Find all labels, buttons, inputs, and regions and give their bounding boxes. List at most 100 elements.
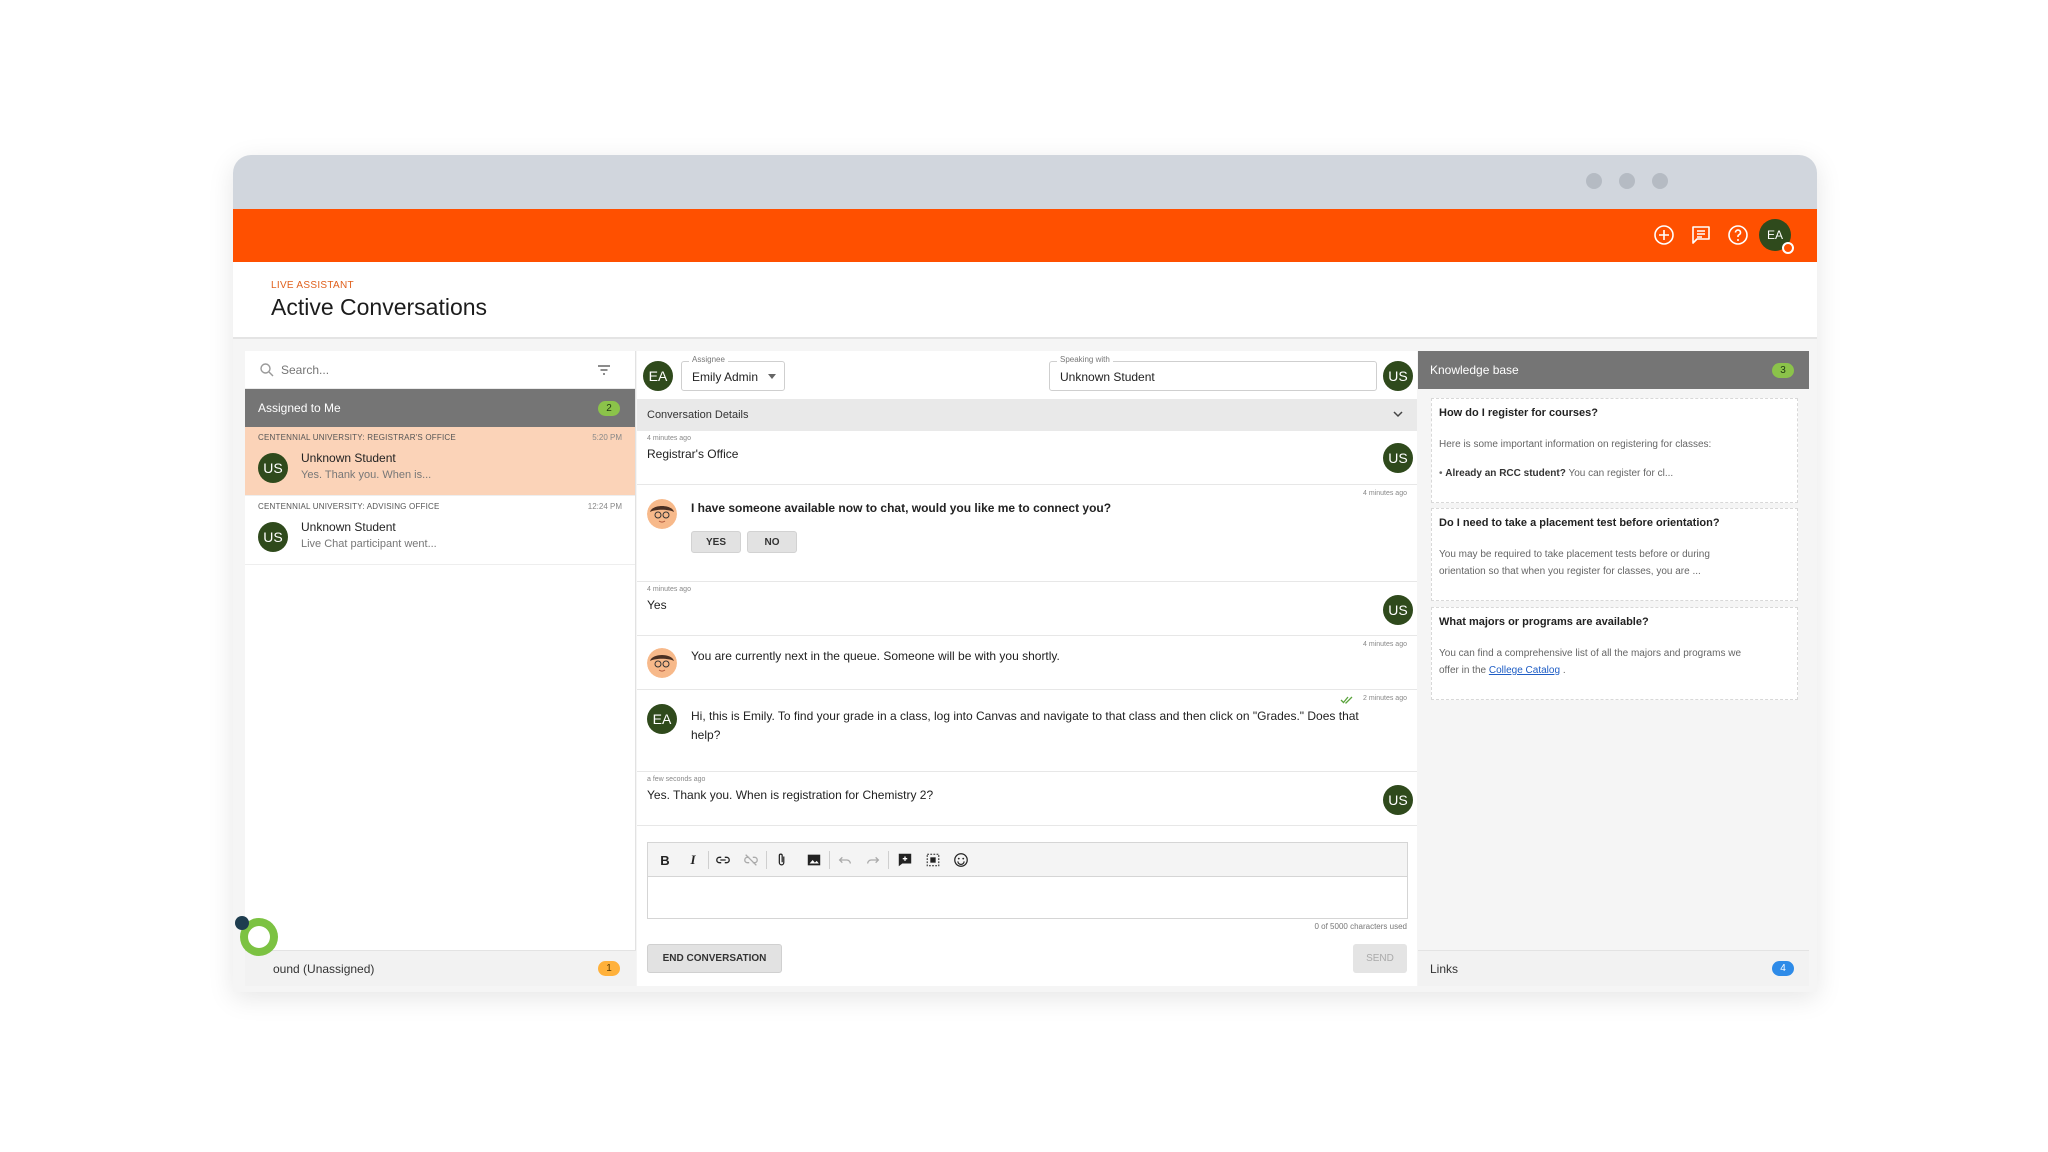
message-bot: 4 minutes ago I have someone available n… [637, 485, 1417, 582]
user-avatar[interactable]: EA [1759, 219, 1794, 254]
conversation-org: CENTENNIAL UNIVERSITY: ADVISING OFFICE [258, 502, 440, 511]
group-label: Assigned to Me [258, 401, 341, 415]
conversation-item[interactable]: CENTENNIAL UNIVERSITY: REGISTRAR'S OFFIC… [245, 427, 635, 496]
conversation-preview: Live Chat participant went... [301, 538, 437, 550]
toolbar-divider [888, 851, 889, 869]
message-student: 4 minutes ago Registrar's Office US [637, 431, 1417, 485]
student-avatar: US [1383, 361, 1413, 391]
conversation-details-toggle[interactable]: Conversation Details [637, 399, 1417, 431]
assignee-value: Emily Admin [692, 370, 759, 384]
chevron-down-icon [768, 374, 776, 379]
links-label: Links [1430, 962, 1459, 976]
conversation-panel: EA Assignee Emily Admin Speaking with Un… [637, 351, 1417, 986]
knowledge-answer: You can find a comprehensive list of all… [1439, 648, 1742, 659]
links-count-badge: 4 [1772, 961, 1794, 976]
bullet-text: You can register for cl... [1568, 468, 1674, 479]
knowledge-count-badge: 3 [1772, 363, 1794, 378]
knowledge-question: Do I need to take a placement test befor… [1439, 517, 1720, 529]
group-assigned-to-me[interactable]: Assigned to Me 2 [245, 389, 635, 427]
status-dot [1782, 242, 1794, 254]
bot-avatar-icon [647, 499, 677, 529]
agent-avatar: EA [647, 704, 677, 734]
message-text: I have someone available now to chat, wo… [691, 501, 1112, 515]
message-text: Registrar's Office [647, 447, 739, 461]
message-time: 4 minutes ago [1363, 490, 1407, 497]
knowledge-answer-line: offer in the College Catalog . [1439, 662, 1789, 679]
message-text: You are currently next in the queue. Som… [691, 649, 1060, 663]
toolbar-divider [708, 851, 709, 869]
window-dot[interactable] [1652, 173, 1668, 189]
message-input[interactable] [648, 877, 1407, 919]
page-eyebrow: LIVE ASSISTANT [271, 280, 354, 291]
search-icon [260, 363, 274, 377]
student-avatar: US [1383, 595, 1413, 625]
knowledge-base-header[interactable]: Knowledge base 3 [1418, 351, 1809, 389]
message-agent: 2 minutes ago EA Hi, this is Emily. To f… [637, 690, 1417, 772]
message-time: a few seconds ago [647, 776, 706, 783]
filter-icon[interactable] [596, 362, 612, 378]
bold-icon[interactable]: B [656, 851, 674, 869]
yes-button[interactable]: YES [691, 531, 741, 553]
chat-icon[interactable] [1688, 222, 1714, 248]
links-section[interactable]: Links 4 [1418, 950, 1809, 986]
conversation-list-panel: Assigned to Me 2 CENTENNIAL UNIVERSITY: … [245, 351, 636, 986]
help-chat-bubble-icon[interactable] [235, 913, 281, 959]
redo-icon[interactable] [864, 851, 882, 869]
end-conversation-button[interactable]: END CONVERSATION [647, 944, 782, 973]
send-button[interactable]: SEND [1353, 944, 1407, 973]
editor-toolbar: B I [648, 843, 1407, 877]
group-unassigned[interactable]: ound (Unassigned) 1 [245, 950, 636, 986]
search-input[interactable] [281, 360, 581, 380]
knowledge-answer: orientation so that when you register fo… [1439, 566, 1701, 577]
select-all-icon[interactable] [924, 851, 942, 869]
knowledge-card[interactable]: What majors or programs are available? Y… [1431, 607, 1798, 700]
conversation-time: 5:20 PM [592, 433, 622, 442]
assignee-label: Assignee [689, 355, 728, 364]
message-time: 4 minutes ago [647, 435, 691, 442]
italic-icon[interactable]: I [684, 851, 702, 869]
conversation-item[interactable]: CENTENNIAL UNIVERSITY: ADVISING OFFICE 1… [245, 496, 635, 565]
emoji-icon[interactable] [952, 851, 970, 869]
student-avatar: US [1383, 443, 1413, 473]
toolbar-divider [766, 851, 767, 869]
no-button[interactable]: NO [747, 531, 797, 553]
answer-text: offer in the [1439, 665, 1487, 676]
unlink-icon[interactable] [742, 851, 760, 869]
attachment-icon[interactable] [773, 851, 791, 869]
toolbar-divider [829, 851, 830, 869]
details-label: Conversation Details [647, 409, 749, 421]
window-dot[interactable] [1619, 173, 1635, 189]
group-unassigned-label: ound (Unassigned) [273, 962, 375, 976]
add-icon[interactable] [1651, 222, 1677, 248]
message-student: a few seconds ago Yes. Thank you. When i… [637, 772, 1417, 826]
speaking-with-field[interactable]: Speaking with Unknown Student [1049, 355, 1377, 391]
knowledge-answer: Here is some important information on re… [1439, 439, 1712, 450]
knowledge-base-title: Knowledge base [1430, 363, 1519, 377]
message-time: 2 minutes ago [1363, 695, 1407, 702]
student-avatar: US [258, 453, 288, 483]
student-avatar: US [258, 522, 288, 552]
bullet-bold-text: Already an RCC student? [1445, 468, 1566, 479]
insert-comment-icon[interactable] [896, 851, 914, 869]
speaking-with-label: Speaking with [1057, 355, 1113, 364]
conversation-name: Unknown Student [301, 451, 396, 465]
unassigned-count-badge: 1 [598, 961, 620, 976]
knowledge-answer-bullet: • Already an RCC student? You can regist… [1439, 468, 1674, 479]
window-dot[interactable] [1586, 173, 1602, 189]
conversation-header: EA Assignee Emily Admin Speaking with Un… [637, 351, 1417, 399]
conversation-time: 12:24 PM [587, 502, 622, 511]
message-text: Hi, this is Emily. To find your grade in… [691, 709, 1359, 742]
top-bar: EA [233, 209, 1817, 262]
assignee-select[interactable]: Assignee Emily Admin [681, 355, 785, 391]
help-icon[interactable] [1725, 222, 1751, 248]
image-icon[interactable] [805, 851, 823, 869]
page-header: LIVE ASSISTANT Active Conversations [233, 262, 1817, 339]
message-text: Yes [647, 598, 667, 612]
college-catalog-link[interactable]: College Catalog [1489, 665, 1560, 676]
knowledge-card[interactable]: How do I register for courses? Here is s… [1431, 398, 1798, 503]
search-bar [245, 351, 635, 389]
undo-icon[interactable] [836, 851, 854, 869]
bot-avatar-icon [647, 648, 677, 678]
knowledge-card[interactable]: Do I need to take a placement test befor… [1431, 508, 1798, 601]
link-icon[interactable] [714, 851, 732, 869]
